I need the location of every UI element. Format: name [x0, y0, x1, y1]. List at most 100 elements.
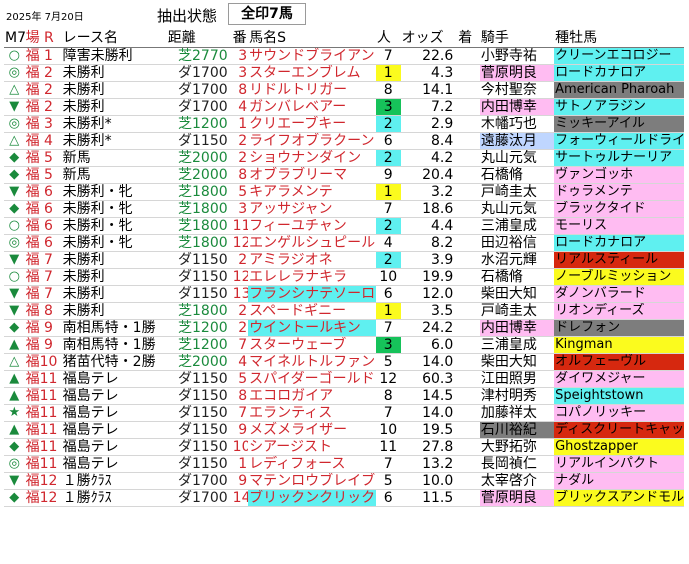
race-name: 福島テレ [61, 370, 167, 388]
table-row[interactable]: ★ 福11 福島テレ ダ1150 7 エランティス 7 14.0 加藤祥太 コパノリッキー [4, 404, 684, 422]
sire-name: ブラックタイド [554, 200, 684, 218]
table-row[interactable]: ◎ 福11 福島テレ ダ1150 1 レディフォース 7 13.2 長岡禎仁 リアルインパクト [4, 455, 684, 473]
horse-name[interactable]: フランシナテソーロ [248, 285, 376, 303]
table-row[interactable]: ◆福11福島テレダ115010シアージスト1127.8 大野拓弥Ghostzapp… [4, 438, 684, 456]
horse-name[interactable]: リドルトリガー [248, 81, 376, 99]
horse-name[interactable]: アッサジャン [248, 200, 376, 218]
horse-name[interactable]: ライフオブラクーン [248, 132, 376, 150]
horse-name[interactable]: マイネルトルファン [248, 353, 376, 371]
finish-position [457, 64, 480, 82]
table-row[interactable]: ▼ 福 6 未勝利・牝 芝1800 5 キアラメンテ 1 3.2 戸崎圭太 ドゥラメンテ [4, 183, 684, 201]
odds: 20.4 [400, 166, 458, 184]
jockey-name: 柴田大知 [479, 353, 555, 371]
table-row[interactable]: ▼福 7未勝利ダ115013フランシナテソーロ612.0 柴田大知ダノンバラード [4, 285, 684, 303]
col-race-header[interactable]: レース名 [61, 29, 167, 48]
finish-position [457, 47, 480, 65]
horse-name[interactable]: フィーユチャン [248, 217, 376, 235]
horse-name[interactable]: キアラメンテ [248, 183, 376, 201]
table-row[interactable]: ▲ 福11 福島テレ ダ1150 9 メズメライザー 10 19.5 石川裕紀 ディスクリートキャ… [4, 421, 684, 439]
sire-name: Ghostzapper [554, 438, 684, 456]
race-place: 福11 [24, 455, 62, 473]
race-place: 福 5 [24, 166, 62, 184]
horse-name[interactable]: スターウェーブ [248, 336, 376, 354]
race-name: 新馬 [61, 149, 167, 167]
table-row[interactable]: ◆福12１勝ｸﾗｽダ170014ブリックンクリック611.5 菅原明良ブリックスア… [4, 489, 684, 507]
table-row[interactable]: △ 福10 猪苗代特・2勝 芝2000 4 マイネルトルファン 5 14.0 柴田大知 オルフェー… [4, 353, 684, 371]
col-mark-header[interactable]: M7 [4, 29, 25, 48]
horse-name[interactable]: マテンロウブレイブ [248, 472, 376, 490]
horse-name[interactable]: アミラジオネ [248, 251, 376, 269]
odds: 6.0 [400, 336, 458, 354]
table-row[interactable]: ○福 6未勝利・牝芝180011フィーユチャン24.4 三浦皇成モーリス [4, 217, 684, 235]
table-row[interactable]: ▼ 福12 １勝ｸﾗｽ ダ1700 9 マテンロウブレイブ 5 10.0 太宰啓介 ナダル [4, 472, 684, 490]
table-row[interactable]: ○ 福 1 障害未勝利 芝2770 3 サウンドブライアン 7 22.6 小野寺祐 クリーンエコロ… [4, 47, 684, 65]
horse-name[interactable]: ブリックンクリック [248, 489, 376, 507]
horse-name[interactable]: ガンバレベアー [248, 98, 376, 116]
horse-name[interactable]: スパイダーゴールド [248, 370, 376, 388]
table-row[interactable]: ◆ 福 6 未勝利・牝 芝1800 3 アッサジャン 7 18.6 丸山元気 ブラックタイド [4, 200, 684, 218]
race-place: 福 5 [24, 149, 62, 167]
odds: 4.3 [400, 64, 458, 82]
popularity: 3 [375, 98, 401, 116]
horse-name[interactable]: オブラブリーマ [248, 166, 376, 184]
race-distance: 芝2770 [166, 47, 232, 65]
filter-state-field[interactable]: 全印7馬 [228, 3, 306, 25]
col-popularity-header[interactable]: 人 [375, 29, 401, 48]
horse-name[interactable]: スターエンブレム [248, 64, 376, 82]
horse-name[interactable]: ウイントールキン [248, 319, 376, 337]
col-place-header[interactable]: 場 R [24, 29, 62, 48]
col-distance-header[interactable]: 距離 [166, 29, 232, 48]
horse-name[interactable]: サウンドブライアン [248, 47, 376, 65]
race-distance: 芝1800 [166, 183, 232, 201]
horse-name[interactable]: エンゲルシュピール [248, 234, 376, 252]
finish-position [457, 166, 480, 184]
table-row[interactable]: ◆ 福 5 新馬 芝2000 8 オブラブリーマ 9 20.4 石橋脩 ヴァンゴッホ [4, 166, 684, 184]
horse-name[interactable]: スペードギニー [248, 302, 376, 320]
col-odds-header[interactable]: オッズ [400, 29, 458, 48]
table-row[interactable]: ◎ 福 2 未勝利 ダ1700 3 スターエンブレム 1 4.3 菅原明良 ロードカナロア [4, 64, 684, 82]
table-row[interactable]: ◎ 福 3 未勝利* 芝1200 1 クリエーブキー 2 2.9 木幡巧也 ミッキーアイル [4, 115, 684, 133]
table-row[interactable]: △ 福 2 未勝利 ダ1700 8 リドルトリガー 8 14.1 今村聖奈 American Ph… [4, 81, 684, 99]
race-name: 福島テレ [61, 387, 167, 405]
table-row[interactable]: ▼ 福 2 未勝利 ダ1700 4 ガンバレベアー 3 7.2 内田博幸 サトノアラジン [4, 98, 684, 116]
table-row[interactable]: ◆ 福 5 新馬 芝2000 2 ショウナンダイン 2 4.2 丸山元気 サートゥルナーリア [4, 149, 684, 167]
table-row[interactable]: ▲ 福11 福島テレ ダ1150 5 スパイダーゴールド 12 60.3 江田照男 ダイワメジャー [4, 370, 684, 388]
race-name: １勝ｸﾗｽ [61, 472, 167, 490]
col-number-header[interactable]: 番 [231, 29, 249, 48]
col-horse-header[interactable]: 馬名S [248, 29, 376, 48]
popularity: 8 [375, 81, 401, 99]
col-sire-header[interactable]: 種牡馬 [554, 29, 684, 48]
col-jockey-header[interactable]: 騎手 [479, 29, 555, 48]
race-name: 未勝利・牝 [61, 200, 167, 218]
popularity: 6 [375, 132, 401, 150]
horse-name[interactable]: レディフォース [248, 455, 376, 473]
horse-name[interactable]: エレレラナキラ [248, 268, 376, 286]
popularity: 1 [375, 302, 401, 320]
horse-name[interactable]: ショウナンダイン [248, 149, 376, 167]
horse-name[interactable]: エランティス [248, 404, 376, 422]
table-row[interactable]: △ 福 4 未勝利* ダ1150 2 ライフオブラクーン 6 8.4 遠藤汰月 フォーウィールドラ… [4, 132, 684, 150]
horse-number: 1 [231, 115, 249, 133]
horse-name[interactable]: メズメライザー [248, 421, 376, 439]
col-finish-header[interactable]: 着 [457, 29, 480, 48]
jockey-name: 江田照男 [479, 370, 555, 388]
horse-name[interactable]: エコロガイア [248, 387, 376, 405]
finish-position [457, 251, 480, 269]
horse-number: 8 [231, 166, 249, 184]
horse-name[interactable]: クリエーブキー [248, 115, 376, 133]
table-row[interactable]: ◎福 6未勝利・牝芝180012エンゲルシュピール48.2 田辺裕信ロードカナロア [4, 234, 684, 252]
finish-position [457, 319, 480, 337]
table-row[interactable]: ▼ 福 8 未勝利 芝1800 2 スペードギニー 1 3.5 戸崎圭太 リオンディーズ [4, 302, 684, 320]
table-row[interactable]: ▲ 福 9 南相馬特・1勝 芝1200 7 スターウェーブ 3 6.0 三浦皇成 Kingman [4, 336, 684, 354]
jockey-name: 津村明秀 [479, 387, 555, 405]
table-row[interactable]: ▼ 福 7 未勝利 ダ1150 2 アミラジオネ 2 3.9 水沼元輝 リアルスティール [4, 251, 684, 269]
table-row[interactable]: ○福 7未勝利ダ115012エレレラナキラ1019.9 石橋脩ノーブルミッション [4, 268, 684, 286]
jockey-name: 今村聖奈 [479, 81, 555, 99]
table-row[interactable]: ◆ 福 9 南相馬特・1勝 芝1200 2 ウイントールキン 7 24.2 内田博幸 ドレフォン [4, 319, 684, 337]
finish-position [457, 132, 480, 150]
sire-name: ダノンバラード [554, 285, 684, 303]
mark-icon: ★ [4, 404, 25, 422]
jockey-name: 内田博幸 [479, 98, 555, 116]
horse-name[interactable]: シアージスト [248, 438, 376, 456]
table-row[interactable]: ▲ 福11 福島テレ ダ1150 8 エコロガイア 8 14.5 津村明秀 Speightstow… [4, 387, 684, 405]
